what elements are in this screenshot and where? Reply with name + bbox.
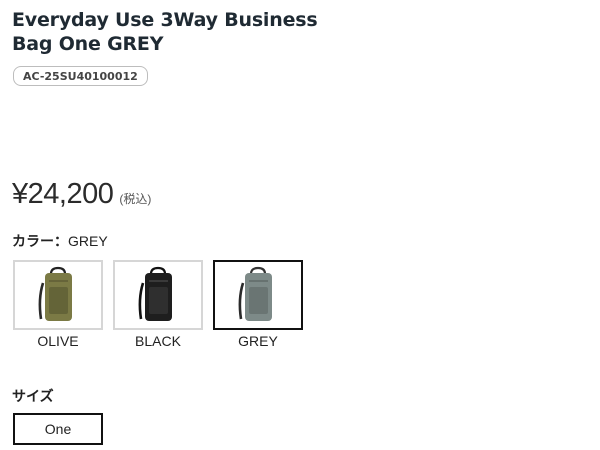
size-label: サイズ [12,388,54,404]
swatch-label: OLIVE [37,333,79,349]
selected-color-name: GREY [68,233,108,249]
backpack-grey-image [238,266,272,321]
size-option-one-button[interactable]: One [13,413,103,445]
color-swatch-black[interactable]: BLACK [113,260,203,349]
color-swatch-grey[interactable]: GREY [213,260,303,349]
color-label: カラー：GREY [12,231,108,251]
swatch-image-frame [113,260,203,330]
product-price: ¥24,200 [12,178,114,210]
product-title: Everyday Use 3Way Business Bag One GREY [12,9,318,55]
tax-note: (税込) [119,192,152,206]
swatch-label: BLACK [135,333,181,349]
swatch-image-frame [13,260,103,330]
color-swatch-olive[interactable]: OLIVE [13,260,103,349]
backpack-black-image [138,266,172,321]
price-row: ¥24,200 (税込) [12,178,151,211]
product-sku-badge: AC-25SU40100012 [13,66,148,86]
backpack-olive-image [38,266,72,321]
swatch-label: GREY [238,333,278,349]
color-label-text: カラー： [12,233,68,249]
color-swatch-list: OLIVE BLACK GREY [13,260,313,349]
swatch-image-frame [213,260,303,330]
